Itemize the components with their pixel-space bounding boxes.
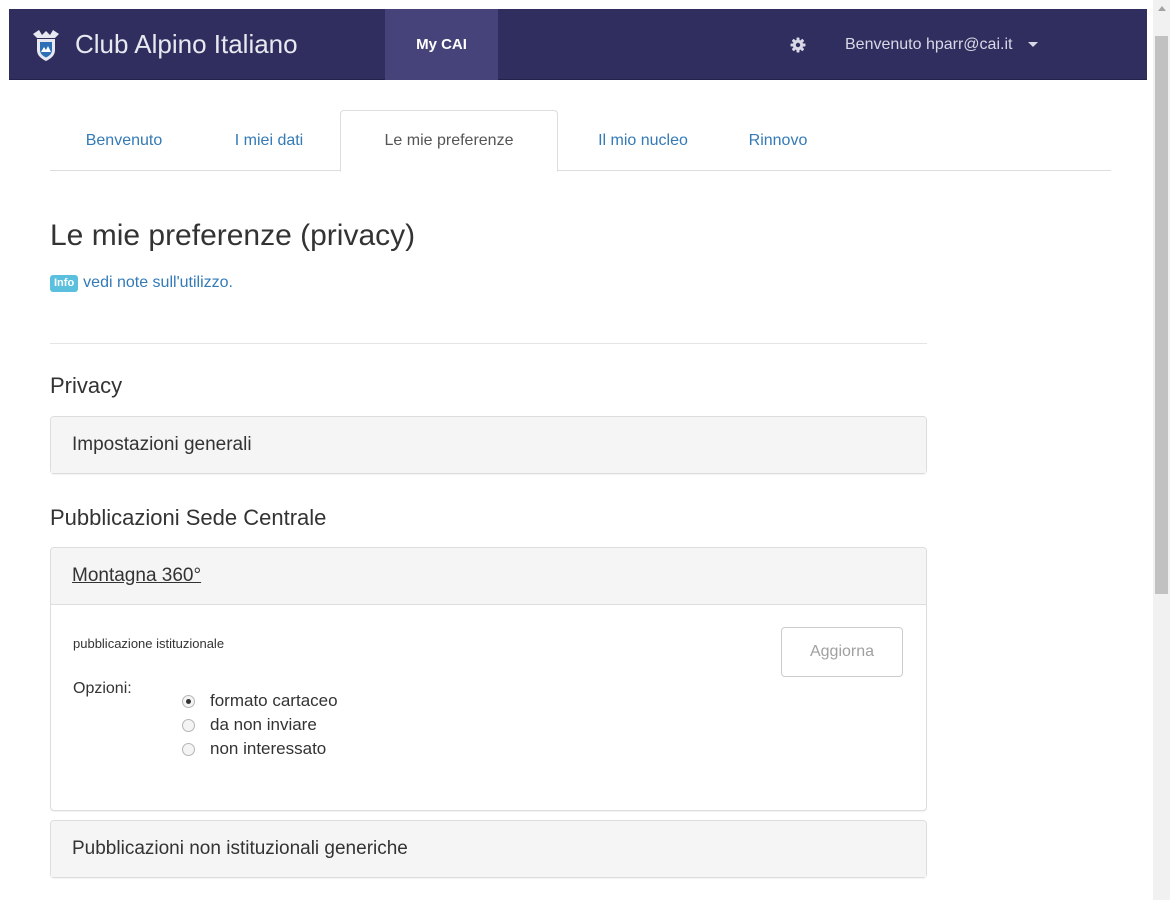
tab-mio-nucleo[interactable]: Il mio nucleo (558, 110, 728, 171)
settings-gear-icon[interactable] (780, 9, 816, 80)
montagna-heading[interactable]: Montagna 360° (51, 548, 926, 604)
navbar: Club Alpino Italiano My CAI Benvenuto hp… (9, 9, 1147, 80)
radio-button[interactable] (182, 742, 195, 756)
option-label: non interessato (210, 739, 327, 758)
option-label: formato cartaceo (210, 691, 338, 710)
caret-down-icon (1028, 42, 1039, 47)
top-strip (0, 0, 1170, 9)
montagna-panel: Montagna 360° pubblicazione istituzional… (50, 547, 927, 811)
privacy-section-title: Privacy (50, 373, 123, 398)
option-non-interessato[interactable]: non interessato (182, 739, 326, 759)
option-label: da non inviare (210, 715, 317, 734)
tab-miei-dati[interactable]: I miei dati (198, 110, 340, 171)
scrollbar-thumb[interactable] (1155, 36, 1168, 594)
page-title: Le mie preferenze (privacy) (50, 219, 416, 252)
publications-section-title: Pubblicazioni Sede Centrale (50, 505, 327, 530)
tab-benvenuto[interactable]: Benvenuto (50, 110, 198, 171)
divider (50, 343, 927, 344)
nav-my-cai[interactable]: My CAI (385, 9, 498, 80)
brand-text: Club Alpino Italiano (75, 29, 298, 59)
publication-description: pubblicazione istituzionale (73, 636, 225, 651)
update-button[interactable]: Aggiorna (781, 627, 903, 677)
option-da-non-inviare[interactable]: da non inviare (182, 715, 317, 735)
general-settings-heading[interactable]: Impostazioni generali (51, 417, 926, 473)
vertical-scrollbar[interactable] (1153, 0, 1170, 900)
brand-link[interactable]: Club Alpino Italiano (31, 9, 298, 80)
user-menu-label: Benvenuto hparr@cai.it (845, 35, 1013, 53)
radio-button-checked[interactable] (182, 694, 195, 708)
general-settings-panel[interactable]: Impostazioni generali (50, 416, 927, 474)
tab-bar: Benvenuto I miei dati Le mie preferenze … (50, 110, 1111, 172)
generic-publications-panel[interactable]: Pubblicazioni non istituzionali generich… (50, 820, 927, 878)
tab-rinnovo[interactable]: Rinnovo (728, 110, 828, 171)
usage-notes-link[interactable]: vedi note sull'utilizzo. (83, 274, 233, 292)
options-label: Opzioni: (73, 680, 132, 697)
radio-button[interactable] (182, 718, 195, 732)
tab-mie-preferenze[interactable]: Le mie preferenze (340, 110, 558, 172)
montagna-title-link[interactable]: Montagna 360° (72, 565, 201, 587)
generic-publications-heading[interactable]: Pubblicazioni non istituzionali generich… (51, 821, 926, 877)
option-formato-cartaceo[interactable]: formato cartaceo (182, 691, 338, 711)
user-menu-dropdown[interactable]: Benvenuto hparr@cai.it (845, 9, 1039, 80)
cai-logo-icon (31, 28, 61, 62)
info-line: Info vedi note sull'utilizzo. (50, 274, 233, 292)
info-badge: Info (50, 274, 79, 292)
scroll-up-arrow-icon[interactable] (1153, 0, 1170, 17)
montagna-panel-body: pubblicazione istituzionale Aggiorna Opz… (51, 604, 926, 810)
